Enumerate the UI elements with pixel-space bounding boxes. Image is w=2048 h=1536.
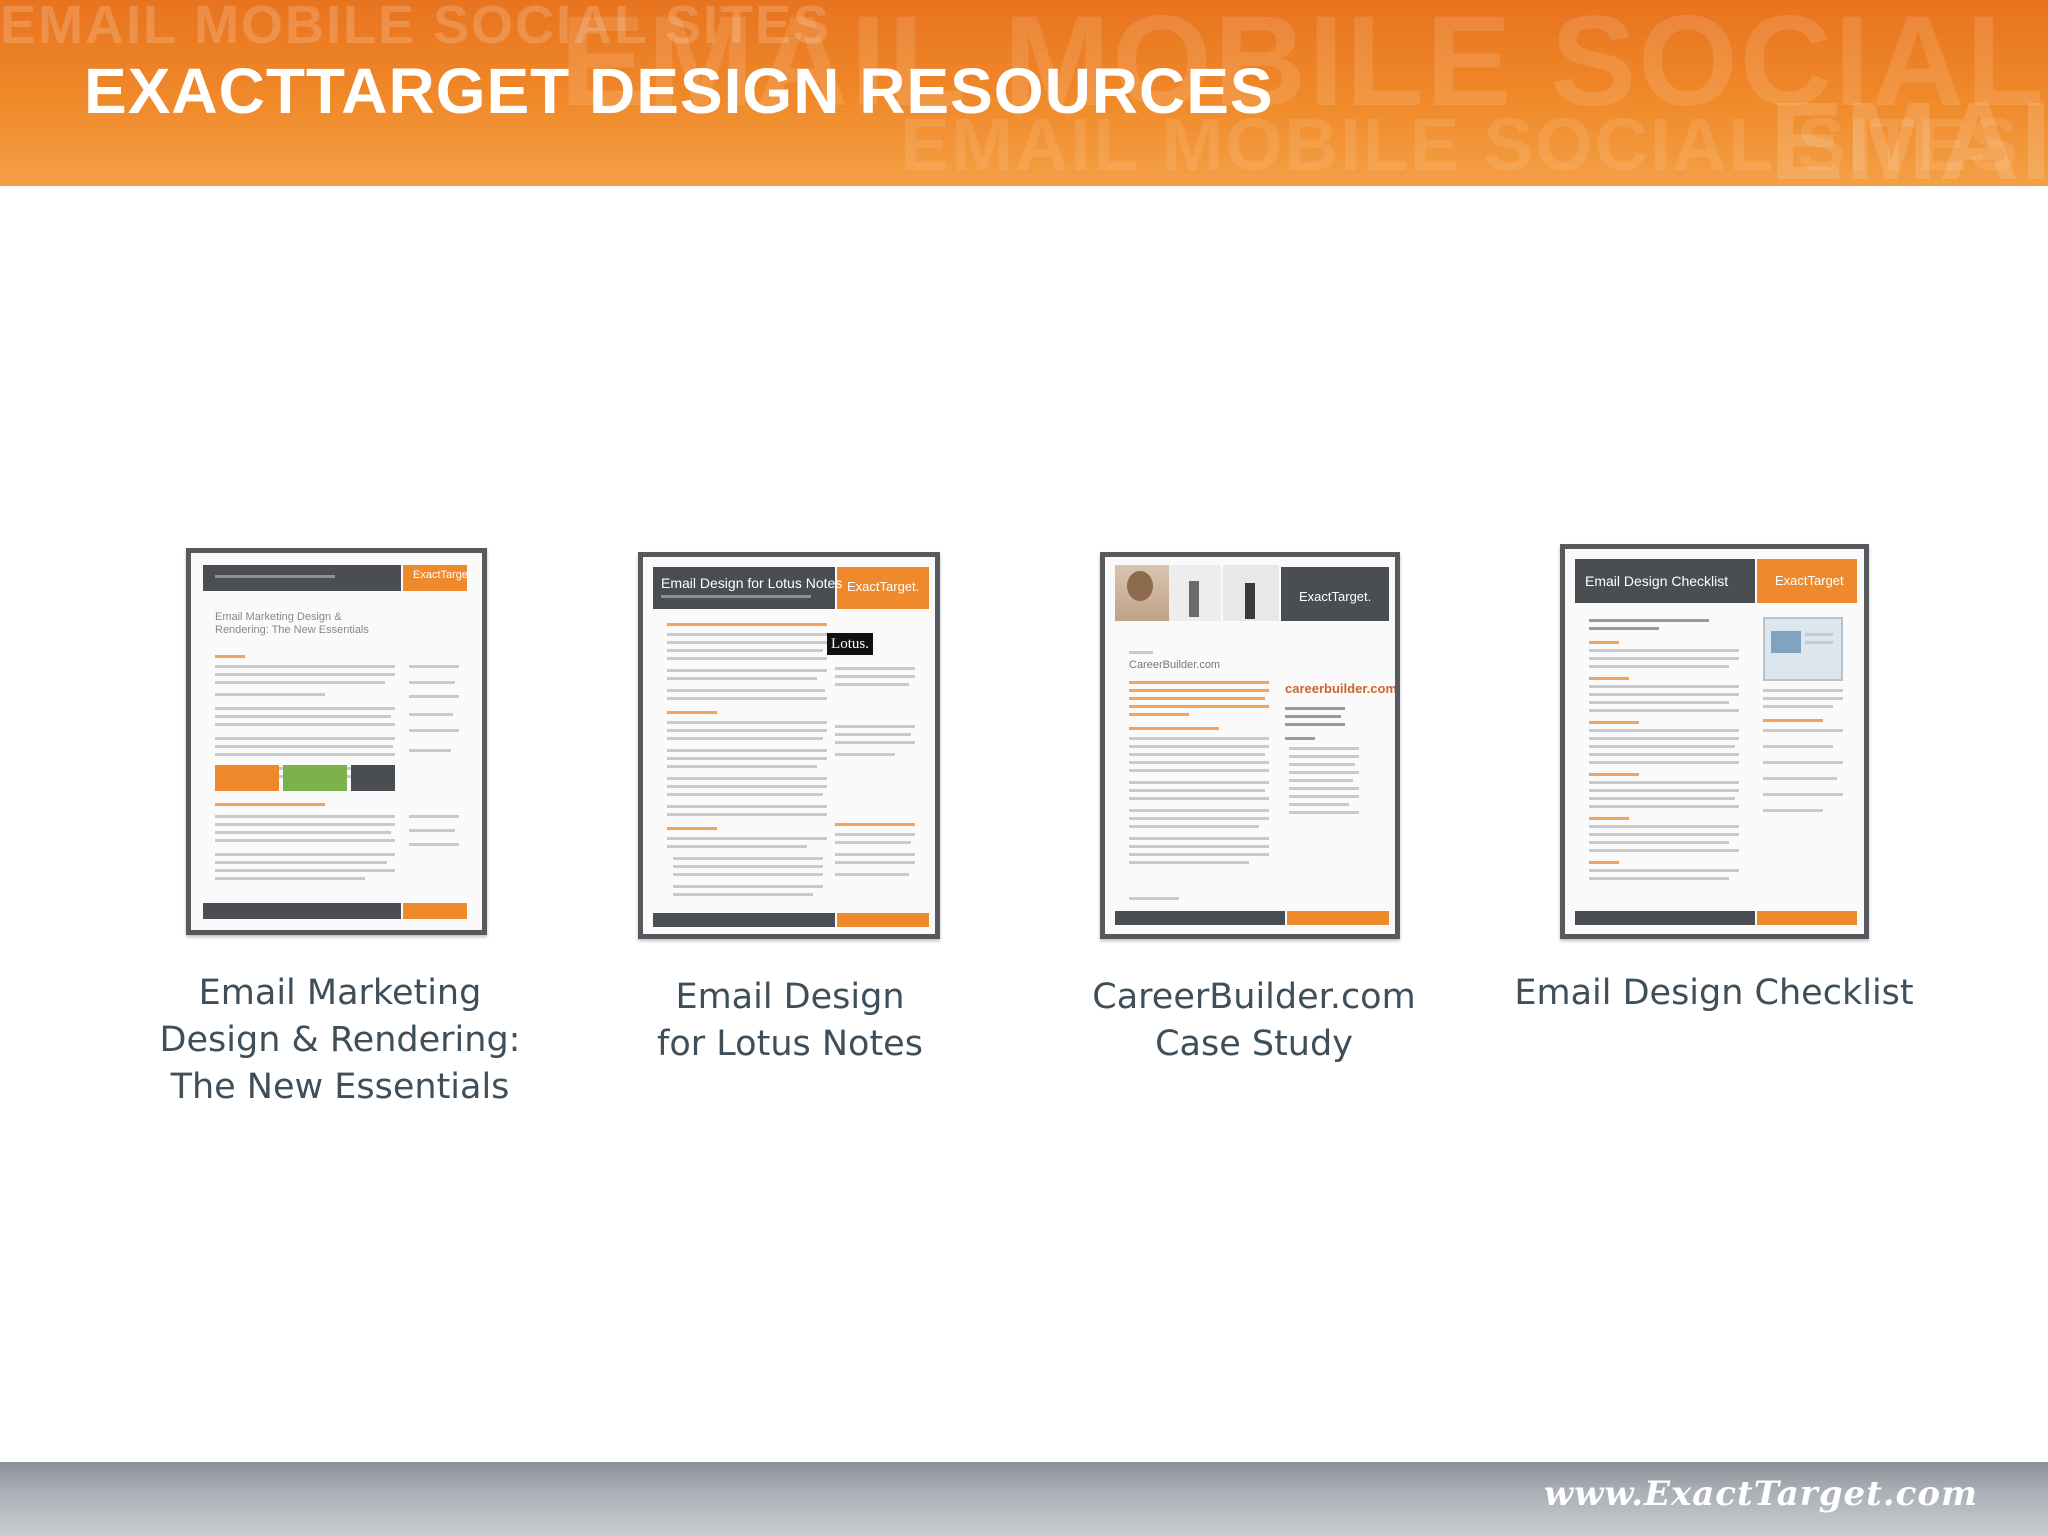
doc-subtitle: CareerBuilder.com	[1129, 659, 1221, 671]
doc-brand: ExactTarget.	[847, 579, 920, 594]
doc-brand: ExactTarget	[413, 569, 472, 581]
doc-header: Email Design for Lotus Notes	[661, 575, 843, 591]
slide-title: EXACTTARGET DESIGN RESOURCES	[84, 55, 1274, 127]
lotus-logo: Lotus.	[827, 633, 873, 655]
header-watermark: EMAIL	[1770, 80, 2048, 186]
doc-heading: Email Marketing Design & Rendering: The …	[215, 611, 369, 636]
footer-url[interactable]: www.ExactTarget.com	[1544, 1474, 1978, 1514]
document-thumbnail[interactable]: Email Design Checklist ExactTarget	[1560, 544, 1869, 939]
doc-brand: ExactTarget	[1775, 573, 1844, 588]
slide-footer: www.ExactTarget.com	[0, 1462, 2048, 1536]
resource-caption[interactable]: Email Marketing Design & Rendering: The …	[140, 970, 540, 1111]
doc-brand: ExactTarget.	[1299, 589, 1372, 604]
slide-header: EMAIL MOBILE SOCIAL SITES EMAIL MOBILE S…	[0, 0, 2048, 186]
doc-header: Email Design Checklist	[1585, 573, 1729, 589]
document-thumbnail[interactable]: ExactTarget Email Marketing Design & Ren…	[186, 548, 487, 935]
careerbuilder-logo: careerbuilder.com	[1285, 681, 1397, 696]
document-thumbnail[interactable]: ExactTarget. CareerBuilder.com careerbui…	[1100, 552, 1400, 939]
resource-caption[interactable]: CareerBuilder.com Case Study	[1054, 974, 1454, 1068]
resource-caption[interactable]: Email Design for Lotus Notes	[590, 974, 990, 1068]
document-thumbnail[interactable]: Email Design for Lotus Notes ExactTarget…	[638, 552, 940, 939]
resource-caption[interactable]: Email Design Checklist	[1514, 970, 1914, 1017]
